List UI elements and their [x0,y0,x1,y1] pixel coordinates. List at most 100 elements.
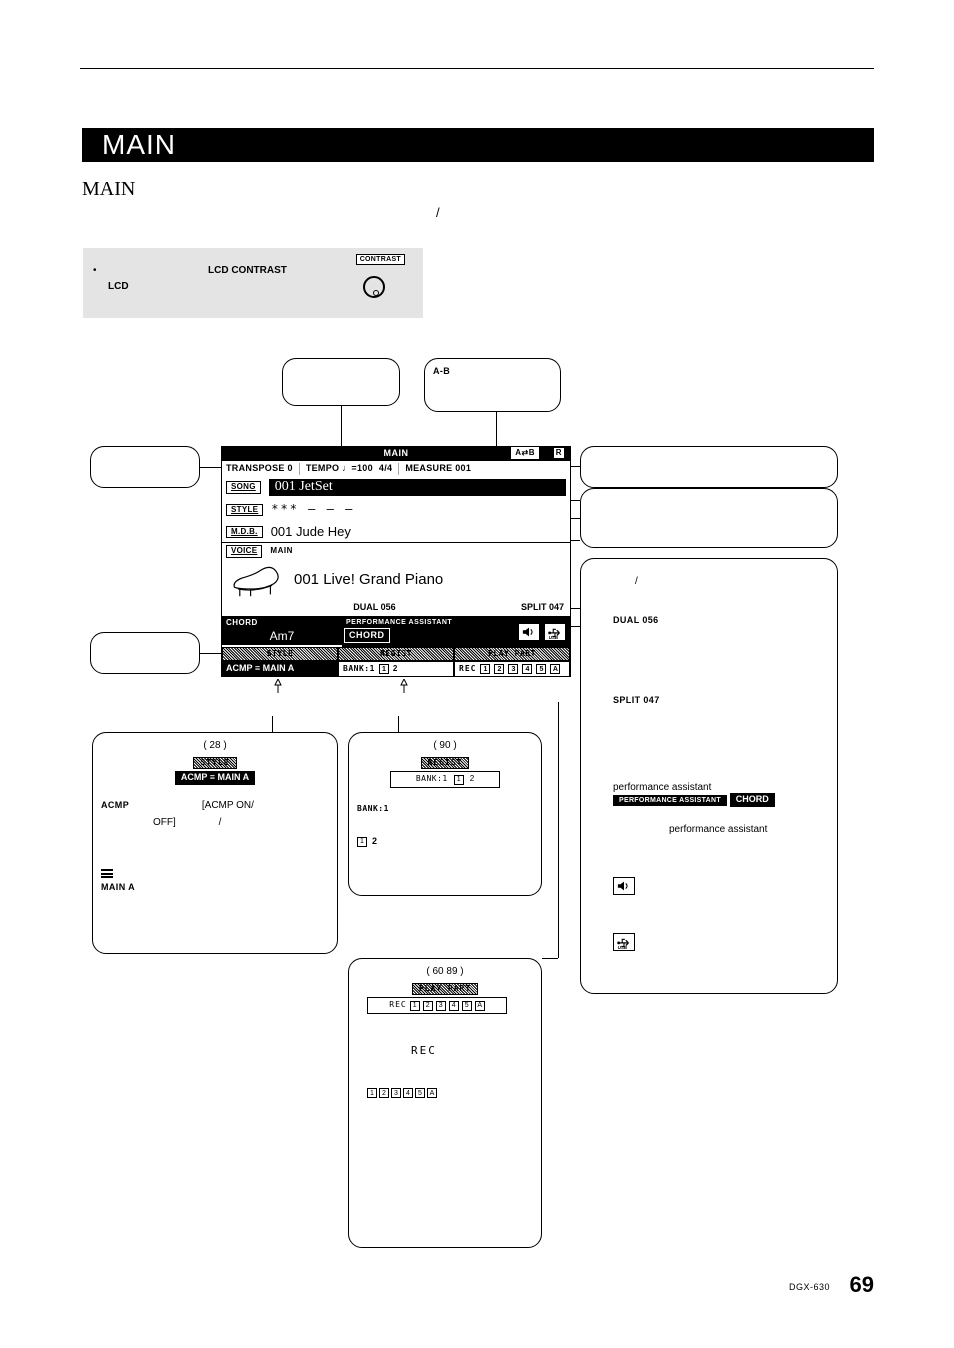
acmp-label: ACMP [101,800,129,810]
subtitle: MAIN [82,176,135,202]
style-tag: STYLE [226,504,263,516]
callout-top-center [282,358,400,406]
contrast-knob-icon [363,276,385,298]
pp-ta: A [475,1001,485,1011]
regist-hatch-title: REGIST [421,757,470,769]
voice-row-header: VOICE MAIN [221,542,571,559]
mdb-tag: M.D.B. [226,526,263,538]
three-section-bar: STYLE ACMP ≡ MAIN A REGIST BANK:1 1 2 PL… [221,647,571,677]
measure-value: MEASURE 001 [405,463,471,475]
mdb-row: M.D.B. 001 Jude Hey [221,522,571,543]
song-tag: SONG [226,481,261,493]
voice-main-label: MAIN [270,546,292,556]
perf-type: CHORD [344,628,390,644]
pointer-regist [397,679,411,693]
lcd-contrast-label: LCD CONTRAST [208,264,287,277]
callout-left-chord [90,632,200,674]
regist-bank-frag: BANK:1 [416,774,448,784]
pp-t4: 4 [449,1001,459,1011]
dual-text: DUAL 056 [613,615,659,627]
voice-name: 001 Live! Grand Piano [294,570,443,590]
dual-label: DUAL 056 [353,602,395,614]
pp2-t5: 5 [415,1088,425,1098]
title-bar: MAIN [82,128,874,162]
style-row: STYLE *** – – – [221,500,571,520]
voice-tag: VOICE [226,545,262,557]
pp-t2: 2 [423,1001,433,1011]
grand-piano-icon [228,562,284,598]
track-4: 4 [522,664,532,674]
footer-page-number: 69 [850,1271,874,1300]
perf-bar-top: PERFORMANCE ASSISTANT [613,795,727,806]
style-hatch-title: STYLE [193,757,236,769]
note-bullet: • [93,264,97,277]
acmp-hint: [ACMP ON/ [202,800,254,811]
perf-bar-bottom: CHORD [730,793,775,807]
lcd-status-row: TRANSPOSE 0 TEMPO ♩=100 4/4 MEASURE 001 [221,461,571,477]
regist-slot2-line: 2 [372,836,377,848]
split-text: SPLIT 047 [613,695,660,707]
style-section-body: ACMP ≡ MAIN A [222,661,338,677]
pp-t5: 5 [462,1001,472,1011]
chord-label: CHORD [222,617,342,629]
playpart-rec-frag: REC [389,1000,406,1010]
style-slash: / [219,817,222,828]
rec-label: REC [459,664,476,674]
style-value: *** – – – [271,502,354,518]
callout-right-mid [580,488,838,548]
playpart-section-body: REC 1 2 3 4 5 A [454,661,570,677]
style-ref: ( 28 ) [101,739,329,752]
regist-section: REGIST BANK:1 1 2 [338,647,454,676]
style-black-body: ACMP ≡ MAIN A [175,771,255,785]
chord-value: Am7 [222,629,342,645]
usb-icon-callout: USB [613,933,635,951]
regist-section-body: BANK:1 1 2 [338,661,454,677]
mdb-value: 001 Jude Hey [271,524,351,541]
track-3: 3 [508,664,518,674]
svg-text:USB: USB [618,945,627,950]
hamburger-icon [101,869,113,878]
chord-perf-row: CHORD Am7 PERFORMANCE ASSISTANT CHORD [221,617,571,647]
track-a: A [550,664,560,674]
tempo-value: TEMPO ♩=100 [306,463,373,475]
playpart-section: PLAY PART REC 1 2 3 4 5 A [454,647,570,676]
footer-model: DGX-630 [789,1282,830,1294]
pp-t1: 1 [410,1001,420,1011]
regist-section-title: REGIST [338,647,454,661]
lcd-header: MAIN A⇄B R [221,446,571,461]
ab-label: A-B [433,366,450,376]
volume-icon [518,623,540,641]
callout-left-top [90,446,200,488]
svg-text:USB: USB [549,635,558,640]
callout-regist: ( 90 ) REGIST BANK:1 1 2 BANK:1 1 2 [348,732,542,896]
maina-label: MAIN A [101,882,329,894]
regist-slot1-frag: 1 [454,775,464,785]
r-box: R [553,447,565,459]
lcd-screen: MAIN A⇄B R TRANSPOSE 0 TEMPO ♩=100 4/4 M… [221,446,571,695]
callout-playpart: ( 60 89 ) PLAY PART REC 1 2 3 4 5 A REC … [348,958,542,1248]
slash-separator: / [436,205,440,222]
playpart-hatch-title: PLAY PART [412,983,478,995]
pp2-t3: 3 [391,1088,401,1098]
track-5: 5 [536,664,546,674]
pp-t3: 3 [436,1001,446,1011]
regist-slot-1: 1 [379,664,389,674]
playpart-section-title: PLAY PART [454,647,570,661]
regist-bank-line: BANK:1 [357,804,533,814]
pointer-style [271,679,285,693]
track-1: 1 [480,664,490,674]
callout-right-large: / DUAL 056 SPLIT 047 performance assista… [580,558,838,994]
dual-split-row: DUAL 056 SPLIT 047 [221,600,571,617]
ab-indicator: A⇄B [511,447,539,459]
rec-label-outlined: REC [411,1044,533,1058]
song-row: SONG 001 JetSet [221,477,571,498]
song-name: 001 JetSet [269,479,566,496]
lcd-label: LCD [108,280,129,293]
track-2: 2 [494,664,504,674]
pp2-ta: A [427,1088,437,1098]
usb-icon: USB [544,623,566,641]
callout-style: ( 28 ) STYLE ACMP ≡ MAIN A ACMP [ACMP ON… [92,732,338,954]
acmp-off: OFF] [153,817,176,828]
dual-slash: / [635,575,638,588]
regist-slot-2: 2 [393,664,397,674]
